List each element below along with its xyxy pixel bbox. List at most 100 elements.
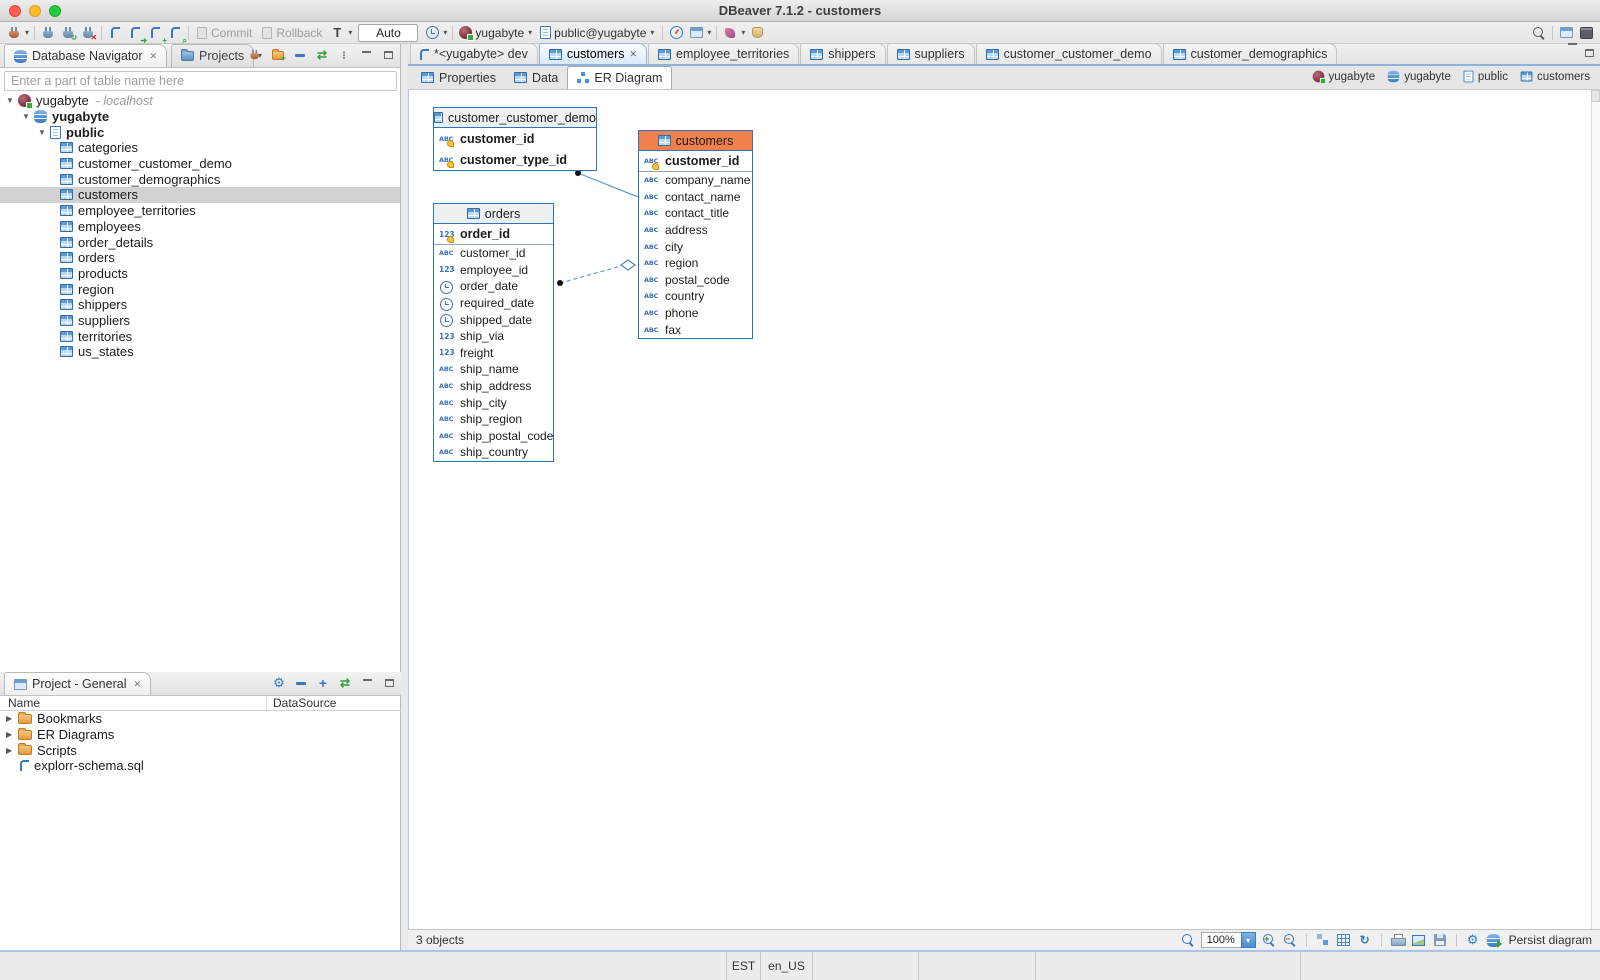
close-view-icon[interactable] <box>133 679 141 690</box>
tab-projects[interactable]: Projects <box>171 44 254 67</box>
tree-item[interactable]: ▼ public <box>0 124 400 140</box>
erd-column[interactable]: ship_address <box>434 378 553 395</box>
tab-project-general[interactable]: Project - General <box>4 672 151 695</box>
tree-item[interactable]: products <box>0 266 400 282</box>
expand-arrow-icon[interactable]: ▶ <box>6 730 18 739</box>
chevron-down-icon[interactable] <box>348 28 352 37</box>
erd-column[interactable]: ship_postal_code <box>434 428 553 445</box>
collapse-all-button[interactable] <box>292 47 308 63</box>
new-sql-editor-button[interactable]: + <box>145 23 165 43</box>
erd-column[interactable]: customer_type_id <box>434 149 596 170</box>
zoom-dropdown-button[interactable] <box>1241 932 1256 948</box>
erd-column[interactable]: contact_title <box>639 205 752 222</box>
erd-column[interactable]: employee_id <box>434 262 553 279</box>
expand-arrow-icon[interactable]: ▶ <box>6 746 18 755</box>
erd-table-customers[interactable]: customers customer_id company_name conta… <box>638 130 753 339</box>
disconnect-button[interactable]: ✕ <box>78 23 98 43</box>
breadcrumb-item[interactable]: customers <box>1520 71 1590 83</box>
erd-column[interactable]: contact_name <box>639 189 752 206</box>
close-tab-icon[interactable]: ✕ <box>629 49 637 60</box>
new-connection-button[interactable] <box>4 23 24 43</box>
refresh-diagram-button[interactable] <box>1357 932 1373 948</box>
erd-column[interactable]: ship_name <box>434 361 553 378</box>
editor-subtab[interactable]: Properties <box>412 66 505 89</box>
tree-item[interactable]: suppliers <box>0 313 400 329</box>
erd-column[interactable]: customer_id <box>434 245 553 262</box>
expand-arrow-icon[interactable]: ▼ <box>38 128 50 137</box>
tree-item[interactable]: customers <box>0 187 400 203</box>
erd-column[interactable]: ship_country <box>434 444 553 461</box>
transaction-mode-button[interactable] <box>327 23 347 43</box>
print-diagram-button[interactable] <box>1390 932 1406 948</box>
link-with-editor-button[interactable] <box>314 47 330 63</box>
erd-column[interactable]: freight <box>434 345 553 362</box>
tree-item[interactable]: us_states <box>0 344 400 360</box>
view-menu-button[interactable] <box>336 47 352 63</box>
breadcrumb-item[interactable]: public <box>1463 70 1508 83</box>
erd-column[interactable]: ship_region <box>434 411 553 428</box>
transaction-log-button[interactable] <box>422 23 442 43</box>
diagram-search-button[interactable] <box>1180 932 1196 948</box>
erd-column[interactable]: order_date <box>434 278 553 295</box>
expand-arrow-icon[interactable]: ▶ <box>6 714 18 723</box>
expand-arrow-icon[interactable]: ▼ <box>22 112 34 121</box>
save-diagram-button[interactable] <box>1432 932 1448 948</box>
erd-column[interactable]: ship_city <box>434 394 553 411</box>
diagram-settings-button[interactable] <box>1465 932 1481 948</box>
panel-splitter[interactable] <box>401 44 408 950</box>
erd-column[interactable]: shipped_date <box>434 311 553 328</box>
breadcrumb-item[interactable]: yugabyte <box>1312 70 1376 83</box>
table-filter-input[interactable] <box>4 71 397 91</box>
connect-button[interactable] <box>38 23 58 43</box>
tree-item[interactable]: order_details <box>0 234 400 250</box>
chevron-down-icon[interactable] <box>443 28 447 37</box>
project-item[interactable]: ▶ Scripts <box>0 742 401 758</box>
arrange-diagram-button[interactable] <box>1315 932 1331 948</box>
tree-item[interactable]: customer_customer_demo <box>0 156 400 172</box>
navigate-back-button[interactable] <box>747 23 767 43</box>
project-item[interactable]: ▶ Bookmarks <box>0 711 401 727</box>
column-header-datasource[interactable]: DataSource <box>267 696 336 710</box>
expand-all-button[interactable] <box>315 675 331 691</box>
collapse-all-button[interactable] <box>293 675 309 691</box>
tree-item[interactable]: ▼ yugabyte <box>0 109 400 125</box>
erd-table-orders[interactable]: orders order_id customer_id employee_id <box>433 203 554 462</box>
sql-editor-button[interactable] <box>105 23 125 43</box>
tree-item[interactable]: territories <box>0 328 400 344</box>
editor-subtab[interactable]: Data <box>505 66 567 89</box>
erd-column[interactable]: country <box>639 288 752 305</box>
maximize-icon[interactable] <box>1585 49 1594 57</box>
minimize-view-button[interactable] <box>358 47 374 63</box>
chevron-down-icon[interactable] <box>707 28 711 37</box>
tree-item[interactable]: ▼ yugabyte - localhost <box>0 93 400 109</box>
rollback-button[interactable]: Rollback <box>257 23 327 43</box>
dashboard-button[interactable] <box>666 23 686 43</box>
editor-tab[interactable]: customers ✕ <box>539 43 647 64</box>
data-transfer-button[interactable] <box>686 23 706 43</box>
project-item[interactable]: explorr-schema.sql <box>0 758 401 774</box>
close-view-icon[interactable] <box>149 51 157 62</box>
editor-tab[interactable]: suppliers <box>887 43 975 64</box>
erd-column[interactable]: phone <box>639 305 752 322</box>
erd-column[interactable]: company_name <box>639 172 752 189</box>
link-with-editor-button[interactable] <box>337 675 353 691</box>
erd-table-header[interactable]: customers <box>639 131 752 151</box>
erd-table-header[interactable]: orders <box>434 204 553 224</box>
editor-tab[interactable]: customer_customer_demo <box>976 43 1162 64</box>
maximize-view-button[interactable] <box>380 47 396 63</box>
chevron-down-icon[interactable] <box>741 28 745 37</box>
project-item[interactable]: ▶ ER Diagrams <box>0 727 401 743</box>
erd-table-header[interactable]: customer_customer_demo <box>434 108 596 128</box>
tab-database-navigator[interactable]: Database Navigator <box>4 44 167 67</box>
erd-column[interactable]: postal_code <box>639 272 752 289</box>
sql-console-button[interactable]: ⌕ <box>165 23 185 43</box>
erd-table-customer_customer_demo[interactable]: customer_customer_demo customer_id custo… <box>433 107 597 171</box>
erd-column[interactable]: required_date <box>434 295 553 312</box>
minimize-view-button[interactable] <box>359 675 375 691</box>
active-schema-selector[interactable]: public@yugabyte <box>537 26 659 40</box>
maximize-view-button[interactable] <box>381 675 397 691</box>
tree-item[interactable]: customer_demographics <box>0 171 400 187</box>
erd-column[interactable]: region <box>639 255 752 272</box>
editor-tab[interactable]: shippers <box>800 43 885 64</box>
tree-item[interactable]: region <box>0 281 400 297</box>
